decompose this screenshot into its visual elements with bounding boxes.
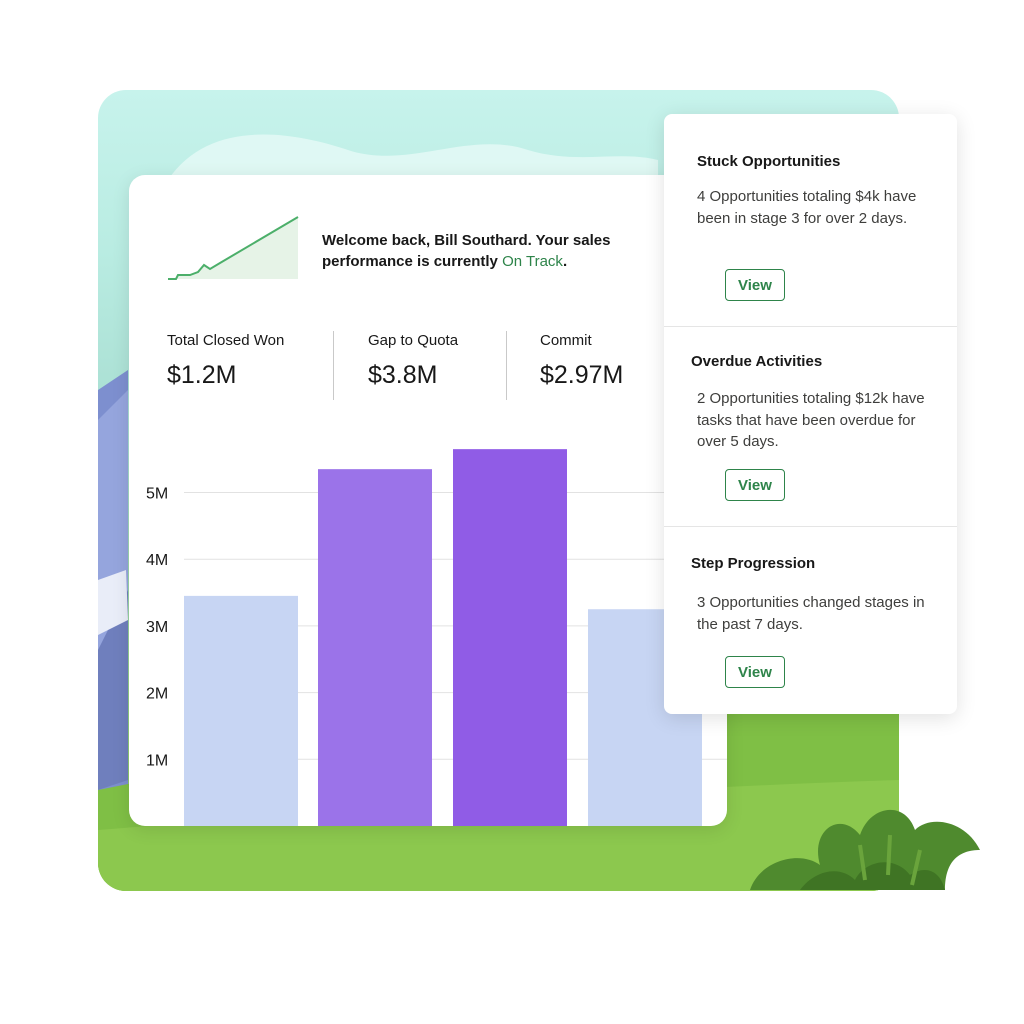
chart-bar <box>184 595 298 826</box>
insight-step-progression: Step Progression 3 Opportunities changed… <box>664 526 957 715</box>
chart-bar <box>318 469 432 826</box>
insight-stuck-opportunities: Stuck Opportunities 4 Opportunities tota… <box>664 114 957 326</box>
kpi-commit: Commit $2.97M <box>540 332 623 390</box>
view-step-progression-button[interactable]: View <box>725 656 785 688</box>
kpi-value: $3.8M <box>368 361 438 389</box>
bush-illustration <box>750 809 980 890</box>
view-stuck-opportunities-button[interactable]: View <box>725 269 785 301</box>
welcome-text: Welcome back, Bill Southard. Your sales … <box>322 232 611 270</box>
kpi-label: Commit <box>540 332 592 349</box>
kpi-value: $2.97M <box>540 361 624 389</box>
status-on-track: On Track <box>502 253 563 270</box>
insight-overdue-activities: Overdue Activities 2 Opportunities total… <box>664 326 957 527</box>
insights-panel: Stuck Opportunities 4 Opportunities tota… <box>664 114 957 714</box>
bar-chart-svg: 5M 4M 3M 2M 1M <box>146 449 727 826</box>
sales-performance-card: Welcome back, Bill Southard. Your sales … <box>129 175 727 826</box>
insight-body: 2 Opportunities totaling $12k have tasks… <box>697 390 925 450</box>
insight-body: 3 Opportunities changed stages in the pa… <box>697 594 925 633</box>
insight-title: Stuck Opportunities <box>697 153 841 170</box>
kpi-label: Gap to Quota <box>368 332 459 349</box>
insight-title: Step Progression <box>691 555 816 572</box>
welcome-period: . <box>562 253 568 270</box>
chart-bar <box>453 449 567 826</box>
welcome-message: Welcome back, Bill Southard. Your sales … <box>322 230 652 272</box>
kpi-label: Total Closed Won <box>167 332 285 349</box>
kpi-value: $1.2M <box>167 361 237 389</box>
insight-body: 4 Opportunities totaling $4k have been i… <box>697 188 917 227</box>
y-tick-label: 1M <box>146 752 168 769</box>
kpi-gap-to-quota: Gap to Quota $3.8M <box>368 332 458 390</box>
y-tick-label: 4M <box>146 552 168 569</box>
kpi-divider <box>506 331 507 400</box>
y-tick-label: 3M <box>146 619 168 636</box>
sparkline-trend-icon <box>168 216 299 280</box>
y-tick-label: 2M <box>146 686 168 703</box>
insight-title: Overdue Activities <box>691 353 823 370</box>
kpi-divider <box>333 331 334 400</box>
bar-chart: 5M 4M 3M 2M 1M <box>129 425 727 826</box>
kpi-total-closed-won: Total Closed Won $1.2M <box>167 332 284 390</box>
y-tick-label: 5M <box>146 486 168 503</box>
view-overdue-activities-button[interactable]: View <box>725 469 785 501</box>
